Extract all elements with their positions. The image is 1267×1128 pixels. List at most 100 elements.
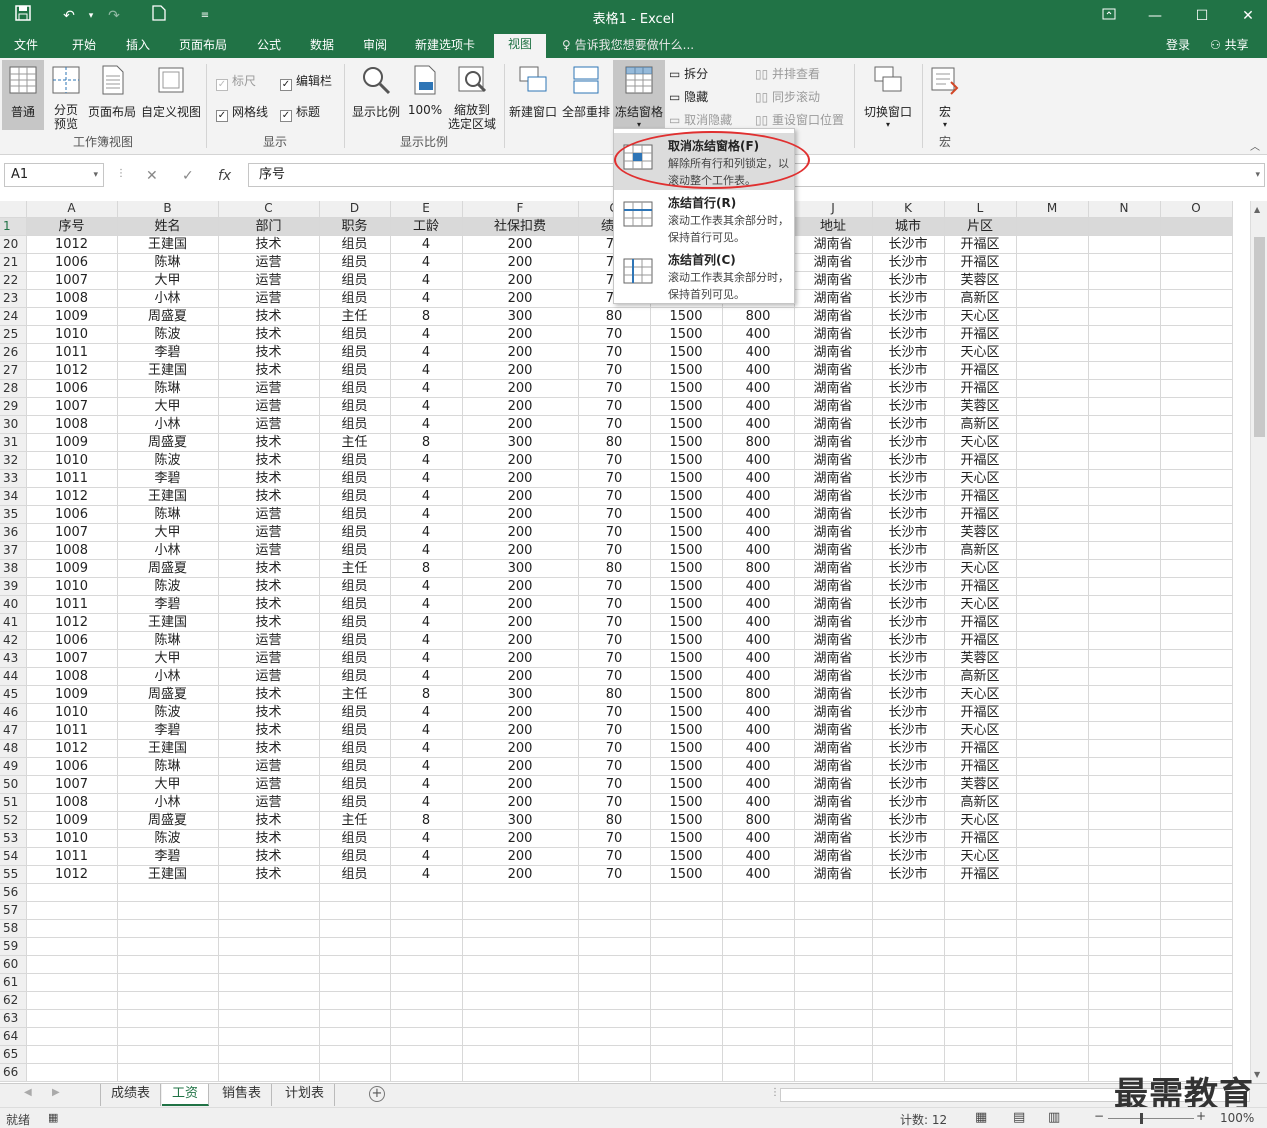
- table-cell[interactable]: 组员: [319, 613, 391, 632]
- table-cell[interactable]: 长沙市: [872, 433, 945, 452]
- table-cell[interactable]: 1500: [650, 307, 723, 326]
- table-cell[interactable]: [650, 1045, 723, 1064]
- maximize-icon[interactable]: ☐: [1191, 5, 1213, 27]
- row-header[interactable]: 64: [0, 1027, 27, 1046]
- table-cell[interactable]: 运营: [218, 775, 320, 794]
- minimize-icon[interactable]: —: [1144, 5, 1166, 27]
- table-cell[interactable]: 王建国: [117, 739, 219, 758]
- page-break-preview-button[interactable]: 分页 预览: [46, 60, 86, 131]
- table-cell[interactable]: 长沙市: [872, 343, 945, 362]
- table-cell[interactable]: [1088, 775, 1161, 794]
- row-header[interactable]: 40: [0, 595, 27, 614]
- table-cell[interactable]: 1010: [26, 577, 118, 596]
- table-cell[interactable]: 组员: [319, 793, 391, 812]
- table-cell[interactable]: [1016, 703, 1089, 722]
- table-cell[interactable]: 湖南省: [794, 505, 873, 524]
- table-cell[interactable]: 1500: [650, 523, 723, 542]
- table-cell[interactable]: 长沙市: [872, 523, 945, 542]
- table-cell[interactable]: 陈波: [117, 703, 219, 722]
- table-cell[interactable]: [462, 1027, 579, 1046]
- table-cell[interactable]: 湖南省: [794, 829, 873, 848]
- table-cell[interactable]: 8: [390, 433, 463, 452]
- table-cell[interactable]: [1016, 649, 1089, 668]
- table-cell[interactable]: [390, 1027, 463, 1046]
- table-cell[interactable]: [1016, 451, 1089, 470]
- table-cell[interactable]: 技术: [218, 739, 320, 758]
- row-header[interactable]: 51: [0, 793, 27, 812]
- table-cell[interactable]: 天心区: [944, 685, 1017, 704]
- table-cell[interactable]: [1016, 865, 1089, 884]
- table-cell[interactable]: 芙蓉区: [944, 523, 1017, 542]
- table-cell[interactable]: 4: [390, 379, 463, 398]
- row-header[interactable]: 20: [0, 235, 27, 254]
- table-cell[interactable]: 长沙市: [872, 667, 945, 686]
- table-cell[interactable]: 4: [390, 325, 463, 344]
- table-cell[interactable]: [722, 1063, 795, 1082]
- table-cell[interactable]: 1500: [650, 829, 723, 848]
- tab-new[interactable]: 新建选项卡: [407, 36, 483, 58]
- table-cell[interactable]: 组员: [319, 469, 391, 488]
- table-cell[interactable]: 组员: [319, 739, 391, 758]
- table-cell[interactable]: 1012: [26, 865, 118, 884]
- table-cell[interactable]: 800: [722, 685, 795, 704]
- table-cell[interactable]: 200: [462, 757, 579, 776]
- table-cell[interactable]: 组员: [319, 235, 391, 254]
- table-cell[interactable]: [1088, 577, 1161, 596]
- table-cell[interactable]: 运营: [218, 289, 320, 308]
- table-cell[interactable]: [390, 955, 463, 974]
- table-cell[interactable]: 4: [390, 505, 463, 524]
- table-cell[interactable]: 80: [578, 811, 651, 830]
- switch-windows-button[interactable]: 切换窗口 ▾: [860, 60, 916, 129]
- table-cell[interactable]: [117, 1009, 219, 1028]
- table-cell[interactable]: 1009: [26, 559, 118, 578]
- row-header[interactable]: 54: [0, 847, 27, 866]
- table-cell[interactable]: [794, 955, 873, 974]
- table-cell[interactable]: 1500: [650, 361, 723, 380]
- table-cell[interactable]: 200: [462, 505, 579, 524]
- table-cell[interactable]: 70: [578, 613, 651, 632]
- table-cell[interactable]: [1088, 883, 1161, 902]
- cancel-icon[interactable]: ✕: [146, 168, 158, 184]
- table-cell[interactable]: [1016, 541, 1089, 560]
- table-cell[interactable]: [1016, 901, 1089, 920]
- table-cell[interactable]: [1016, 919, 1089, 938]
- table-cell[interactable]: 4: [390, 631, 463, 650]
- table-cell[interactable]: 王建国: [117, 613, 219, 632]
- table-cell[interactable]: 湖南省: [794, 523, 873, 542]
- table-cell[interactable]: 周盛夏: [117, 685, 219, 704]
- row-header[interactable]: 27: [0, 361, 27, 380]
- row-header[interactable]: 43: [0, 649, 27, 668]
- column-header[interactable]: D: [319, 201, 391, 218]
- table-cell[interactable]: 1500: [650, 397, 723, 416]
- table-cell[interactable]: [1016, 307, 1089, 326]
- column-header[interactable]: J: [794, 201, 873, 218]
- table-cell[interactable]: 组员: [319, 649, 391, 668]
- table-cell[interactable]: [578, 1009, 651, 1028]
- table-cell[interactable]: 70: [578, 829, 651, 848]
- table-cell[interactable]: [794, 883, 873, 902]
- table-cell[interactable]: [1016, 1063, 1089, 1082]
- table-cell[interactable]: [1016, 631, 1089, 650]
- table-cell[interactable]: [1160, 1027, 1233, 1046]
- row-header[interactable]: 57: [0, 901, 27, 920]
- table-cell[interactable]: 芙蓉区: [944, 649, 1017, 668]
- table-cell[interactable]: 400: [722, 577, 795, 596]
- table-cell[interactable]: 组员: [319, 757, 391, 776]
- table-cell[interactable]: 4: [390, 577, 463, 596]
- table-cell[interactable]: [1160, 919, 1233, 938]
- table-cell[interactable]: [1088, 973, 1161, 992]
- table-cell[interactable]: [1160, 721, 1233, 740]
- gridlines-checkbox[interactable]: ✓ 网格线: [216, 103, 268, 122]
- table-cell[interactable]: 200: [462, 631, 579, 650]
- table-cell[interactable]: [390, 901, 463, 920]
- table-cell[interactable]: 1009: [26, 433, 118, 452]
- normal-view-button[interactable]: 普通: [2, 60, 44, 130]
- table-cell[interactable]: 1500: [650, 667, 723, 686]
- table-cell[interactable]: 300: [462, 685, 579, 704]
- table-cell[interactable]: [1016, 595, 1089, 614]
- table-cell[interactable]: 1010: [26, 451, 118, 470]
- table-cell[interactable]: [1088, 793, 1161, 812]
- page-layout-button[interactable]: 页面布局: [86, 60, 138, 120]
- table-cell[interactable]: 800: [722, 307, 795, 326]
- table-cell[interactable]: [1160, 955, 1233, 974]
